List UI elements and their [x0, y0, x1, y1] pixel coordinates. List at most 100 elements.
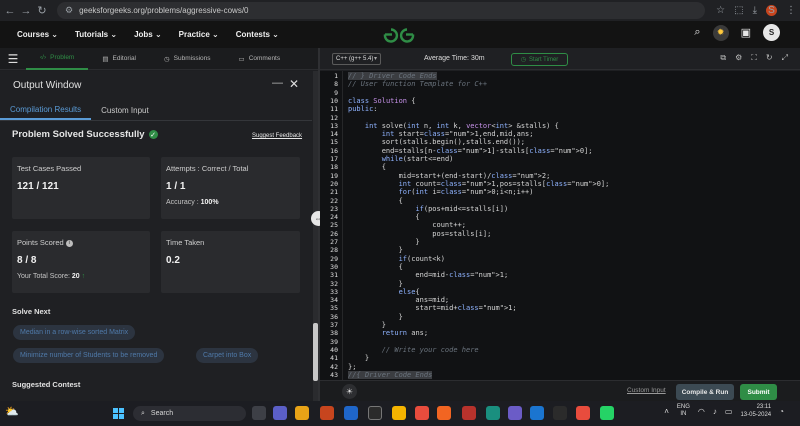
code-line[interactable]: // } Driver Code Ends: [348, 72, 437, 81]
compile-run-button[interactable]: Compile & Run: [676, 384, 734, 400]
reload-icon[interactable]: ↻: [36, 0, 48, 21]
code-line[interactable]: mid=start+(end-start)/class="num">2;: [348, 172, 551, 180]
tab-custom-input[interactable]: Custom Input: [91, 101, 159, 120]
volume-icon[interactable]: ♪: [713, 407, 717, 416]
whatsapp-icon[interactable]: [600, 406, 614, 420]
teams-icon[interactable]: [273, 406, 287, 420]
solve-next-chip[interactable]: Carpet into Box: [196, 348, 259, 363]
code-line[interactable]: else{: [348, 288, 420, 296]
code-line[interactable]: }: [348, 246, 403, 254]
address-bar[interactable]: ⚙ geeksforgeeks.org/problems/aggressive-…: [57, 2, 705, 19]
code-line[interactable]: for(int i=class="num">0;i<n;i++): [348, 188, 534, 196]
code-line[interactable]: }: [348, 321, 386, 329]
solve-next-chip[interactable]: Minimize number of Students to be remove…: [13, 348, 165, 363]
weather-icon[interactable]: ⛅: [5, 405, 19, 419]
chrome-icon[interactable]: [392, 406, 406, 420]
settings-icon[interactable]: ⚙: [735, 53, 742, 63]
windows-start-icon[interactable]: [113, 408, 124, 419]
vscode-icon[interactable]: [530, 406, 544, 420]
browser-menu-icon[interactable]: ⋮: [786, 5, 796, 16]
tab-problem[interactable]: ‹/› Problem: [26, 48, 89, 70]
code-line[interactable]: ans=mid;: [348, 296, 449, 304]
site-info-icon[interactable]: ⚙: [65, 5, 73, 16]
code-line[interactable]: }: [348, 280, 403, 288]
search-icon[interactable]: ⌕: [694, 26, 700, 39]
nav-item-contests[interactable]: Contests ⌄: [236, 30, 279, 39]
tab-compilation-results[interactable]: Compilation Results: [0, 101, 92, 120]
code-line[interactable]: };: [348, 363, 356, 371]
forward-icon[interactable]: →: [20, 0, 32, 21]
user-avatar[interactable]: S: [763, 24, 780, 41]
app-icon[interactable]: [437, 406, 451, 420]
code-line[interactable]: while(start<=end): [348, 155, 454, 163]
chevron-up-icon[interactable]: ˄: [664, 407, 669, 416]
chrome-icon[interactable]: [576, 406, 590, 420]
code-line[interactable]: end=stalls[n-class="num">1]-stalls[class…: [348, 147, 593, 155]
hamburger-icon[interactable]: ☰: [0, 52, 26, 66]
code-line[interactable]: count++;: [348, 221, 466, 229]
language-indicator[interactable]: ENG IN: [677, 404, 690, 418]
nav-item-jobs[interactable]: Jobs ⌄: [134, 30, 162, 39]
wifi-icon[interactable]: ◠: [698, 407, 705, 416]
chrome-icon[interactable]: [415, 406, 429, 420]
close-icon[interactable]: ✕: [289, 77, 299, 91]
bookmark-star-icon[interactable]: ☆: [716, 5, 725, 16]
code-line[interactable]: // User function Template for C++: [348, 80, 487, 88]
taskbar-search[interactable]: ⌕ Search: [133, 406, 246, 421]
gfg-logo-icon[interactable]: [382, 25, 416, 44]
code-line[interactable]: // Write your code here: [348, 346, 479, 354]
code-line[interactable]: public:: [348, 105, 378, 113]
fullscreen-icon[interactable]: ⛶: [751, 53, 757, 63]
github-icon[interactable]: [368, 406, 382, 420]
language-select[interactable]: C++ (g++ 5.4) ▾: [332, 53, 381, 65]
tab-editorial[interactable]: ▤ Editorial: [88, 48, 150, 70]
code-line[interactable]: start=mid+class="num">1;: [348, 304, 516, 312]
code-line[interactable]: {: [348, 213, 419, 221]
info-icon[interactable]: i: [65, 239, 73, 247]
tab-comments[interactable]: ▭ Comments: [225, 48, 295, 70]
code-line[interactable]: pos=stalls[i];: [348, 230, 491, 238]
submit-button[interactable]: Submit: [740, 384, 777, 400]
reset-icon[interactable]: ↻: [766, 53, 773, 63]
app-icon[interactable]: [486, 406, 500, 420]
code-line[interactable]: return ans;: [348, 329, 428, 337]
code-line[interactable]: //{ Driver Code Ends: [348, 370, 433, 380]
lightbulb-icon[interactable]: ☀: [342, 384, 357, 399]
nav-item-practice[interactable]: Practice ⌄: [179, 30, 219, 39]
profile-avatar[interactable]: S: [766, 5, 777, 16]
task-view-icon[interactable]: [252, 406, 266, 420]
code-line[interactable]: {: [348, 197, 403, 205]
clock[interactable]: 23:11 13-05-2024: [740, 403, 771, 419]
code-line[interactable]: class Solution {: [348, 97, 415, 105]
mail-icon[interactable]: [462, 406, 476, 420]
app-icon[interactable]: [320, 406, 334, 420]
battery-icon[interactable]: ▭: [725, 407, 733, 416]
minimize-icon[interactable]: —: [272, 77, 283, 89]
code-line[interactable]: int count=class="num">1,pos=stalls[class…: [348, 180, 610, 188]
device-icon[interactable]: ▣: [741, 26, 751, 39]
code-line[interactable]: {: [348, 263, 403, 271]
tab-submissions[interactable]: ◷ Submissions: [150, 48, 225, 70]
start-timer-button[interactable]: ◷ Start Timer: [511, 53, 568, 66]
theme-toggle-icon[interactable]: ✹: [712, 24, 729, 41]
code-line[interactable]: sort(stalls.begin(),stalls.end());: [348, 138, 525, 146]
code-line[interactable]: int solve(int n, int k, vector<int> &sta…: [348, 122, 559, 130]
code-line[interactable]: if(count<k): [348, 255, 445, 263]
custom-input-link[interactable]: Custom Input: [627, 387, 666, 394]
code-line[interactable]: }: [348, 238, 419, 246]
nav-item-courses[interactable]: Courses ⌄: [17, 30, 58, 39]
code-line[interactable]: }: [348, 313, 403, 321]
code-line[interactable]: int start=class="num">1,end,mid,ans;: [348, 130, 534, 138]
extensions-icon[interactable]: ⬚: [734, 5, 743, 16]
expand-icon[interactable]: ⤢: [782, 53, 788, 63]
nav-item-tutorials[interactable]: Tutorials ⌄: [75, 30, 117, 39]
notification-icon[interactable]: ◔: [779, 407, 784, 416]
file-explorer-icon[interactable]: [295, 406, 309, 420]
code-editor[interactable]: 1 8 9 10 11 12 13 14 15 16 17 18 19 20 21 22 23 24 25 26 27 2…: [320, 71, 800, 380]
copy-icon[interactable]: ⧉: [720, 53, 726, 63]
solve-next-chip[interactable]: Median in a row-wise sorted Matrix: [13, 325, 136, 340]
back-icon[interactable]: ←: [4, 0, 16, 21]
app-icon[interactable]: [553, 406, 567, 420]
edge-icon[interactable]: [344, 406, 358, 420]
code-line[interactable]: {: [348, 163, 386, 171]
